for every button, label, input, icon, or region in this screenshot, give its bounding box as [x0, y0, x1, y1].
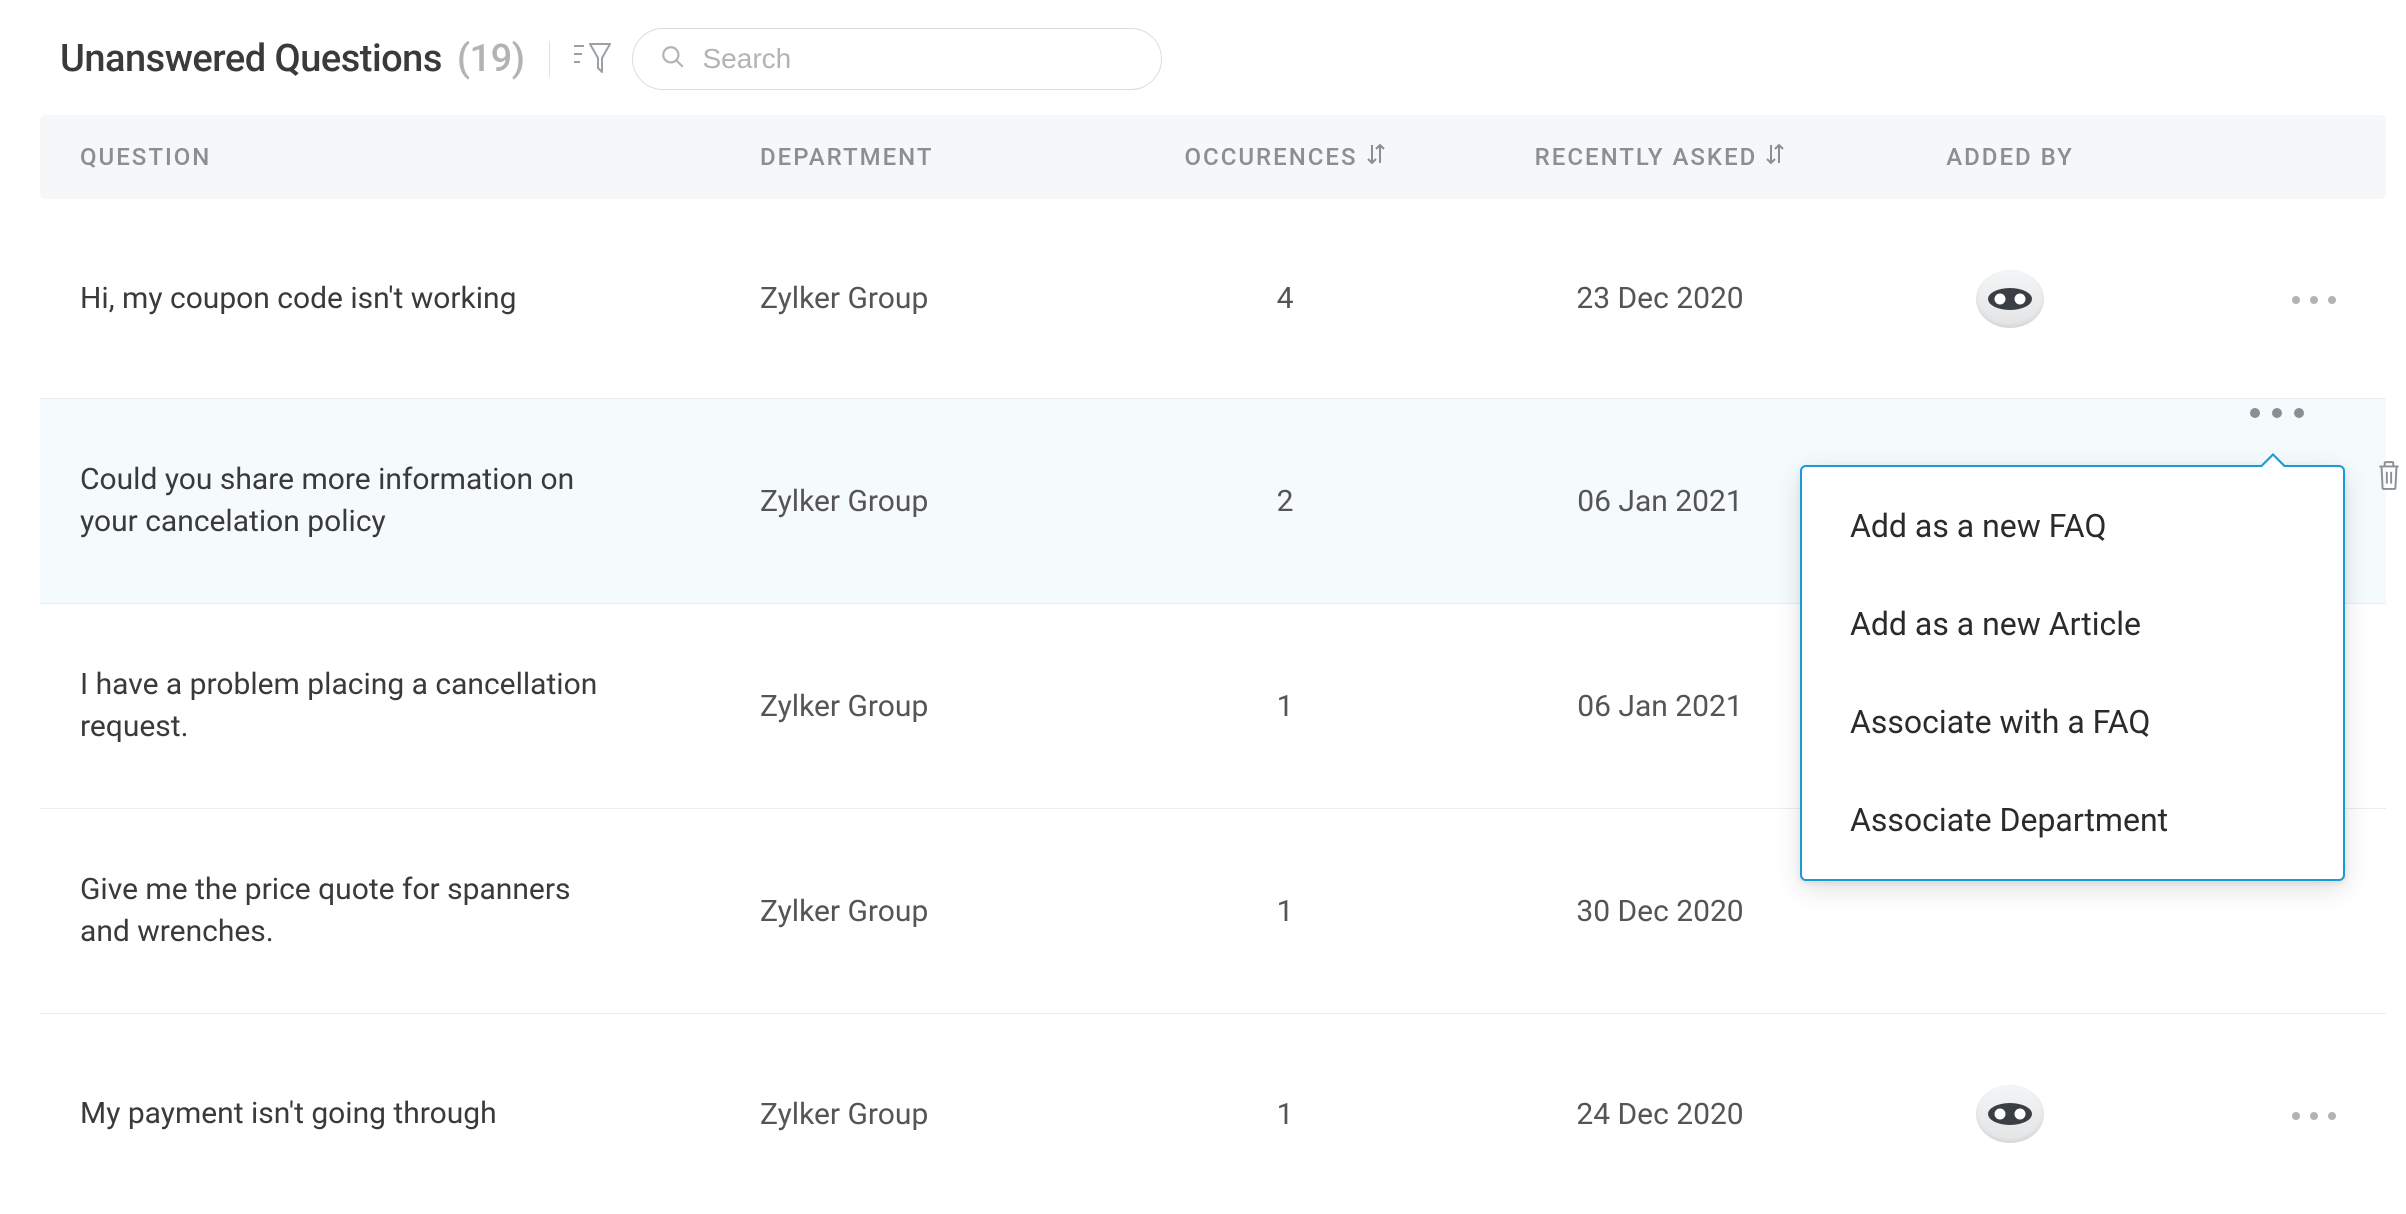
- page-header: Unanswered Questions (19): [40, 18, 2386, 115]
- occurrences-text: 1: [1120, 894, 1450, 929]
- sort-icon: [1765, 143, 1785, 171]
- col-header-occurrences[interactable]: OCCURENCES: [1120, 143, 1450, 171]
- table-row[interactable]: My payment isn't going through Zylker Gr…: [40, 1014, 2386, 1214]
- occurrences-text: 4: [1120, 281, 1450, 316]
- bot-avatar-icon: [1976, 1085, 2044, 1143]
- search-input[interactable]: [632, 28, 1162, 90]
- recently-asked-text: 24 Dec 2020: [1450, 1097, 1870, 1132]
- col-header-occurrences-label: OCCURENCES: [1184, 143, 1357, 171]
- department-text: Zylker Group: [760, 1097, 1120, 1132]
- col-header-recently-asked-label: RECENTLY ASKED: [1535, 143, 1758, 171]
- department-text: Zylker Group: [760, 281, 1120, 316]
- occurrences-text: 2: [1120, 484, 1450, 519]
- table-row[interactable]: Hi, my coupon code isn't working Zylker …: [40, 199, 2386, 399]
- trash-icon[interactable]: [2376, 460, 2402, 494]
- bot-avatar-icon: [1976, 270, 2044, 328]
- question-text: Hi, my coupon code isn't working: [80, 278, 600, 320]
- more-actions-icon[interactable]: [2292, 296, 2336, 304]
- menu-item-associate-department[interactable]: Associate Department: [1850, 771, 2295, 839]
- department-text: Zylker Group: [760, 484, 1120, 519]
- title-count: (19): [457, 37, 525, 81]
- search-wrapper: [632, 28, 1162, 90]
- divider: [549, 41, 550, 77]
- department-text: Zylker Group: [760, 689, 1120, 724]
- occurrences-text: 1: [1120, 1097, 1450, 1132]
- more-actions-icon[interactable]: [2250, 408, 2304, 418]
- menu-item-add-article[interactable]: Add as a new Article: [1850, 575, 2295, 673]
- search-icon: [660, 44, 686, 74]
- table-header: QUESTION DEPARTMENT OCCURENCES RECENTLY …: [40, 115, 2386, 199]
- menu-item-associate-faq[interactable]: Associate with a FAQ: [1850, 673, 2295, 771]
- col-header-added-by: ADDED BY: [1870, 143, 2150, 171]
- filter-icon[interactable]: [574, 42, 612, 76]
- department-text: Zylker Group: [760, 894, 1120, 929]
- recently-asked-text: 30 Dec 2020: [1450, 894, 1870, 929]
- question-text: Give me the price quote for spanners and…: [80, 869, 600, 953]
- occurrences-text: 1: [1120, 689, 1450, 724]
- page-title: Unanswered Questions (19): [60, 37, 525, 81]
- sort-icon: [1366, 143, 1386, 171]
- col-header-recently-asked[interactable]: RECENTLY ASKED: [1450, 143, 1870, 171]
- title-text: Unanswered Questions: [60, 37, 442, 81]
- row-actions-menu: Add as a new FAQ Add as a new Article As…: [1800, 465, 2345, 881]
- col-header-question[interactable]: QUESTION: [80, 143, 760, 171]
- question-text: My payment isn't going through: [80, 1093, 600, 1135]
- col-header-department[interactable]: DEPARTMENT: [760, 143, 1120, 171]
- question-text: Could you share more information on your…: [80, 459, 600, 543]
- menu-item-add-faq[interactable]: Add as a new FAQ: [1850, 507, 2295, 575]
- recently-asked-text: 23 Dec 2020: [1450, 281, 1870, 316]
- question-text: I have a problem placing a cancellation …: [80, 664, 600, 748]
- more-actions-icon[interactable]: [2292, 1112, 2336, 1120]
